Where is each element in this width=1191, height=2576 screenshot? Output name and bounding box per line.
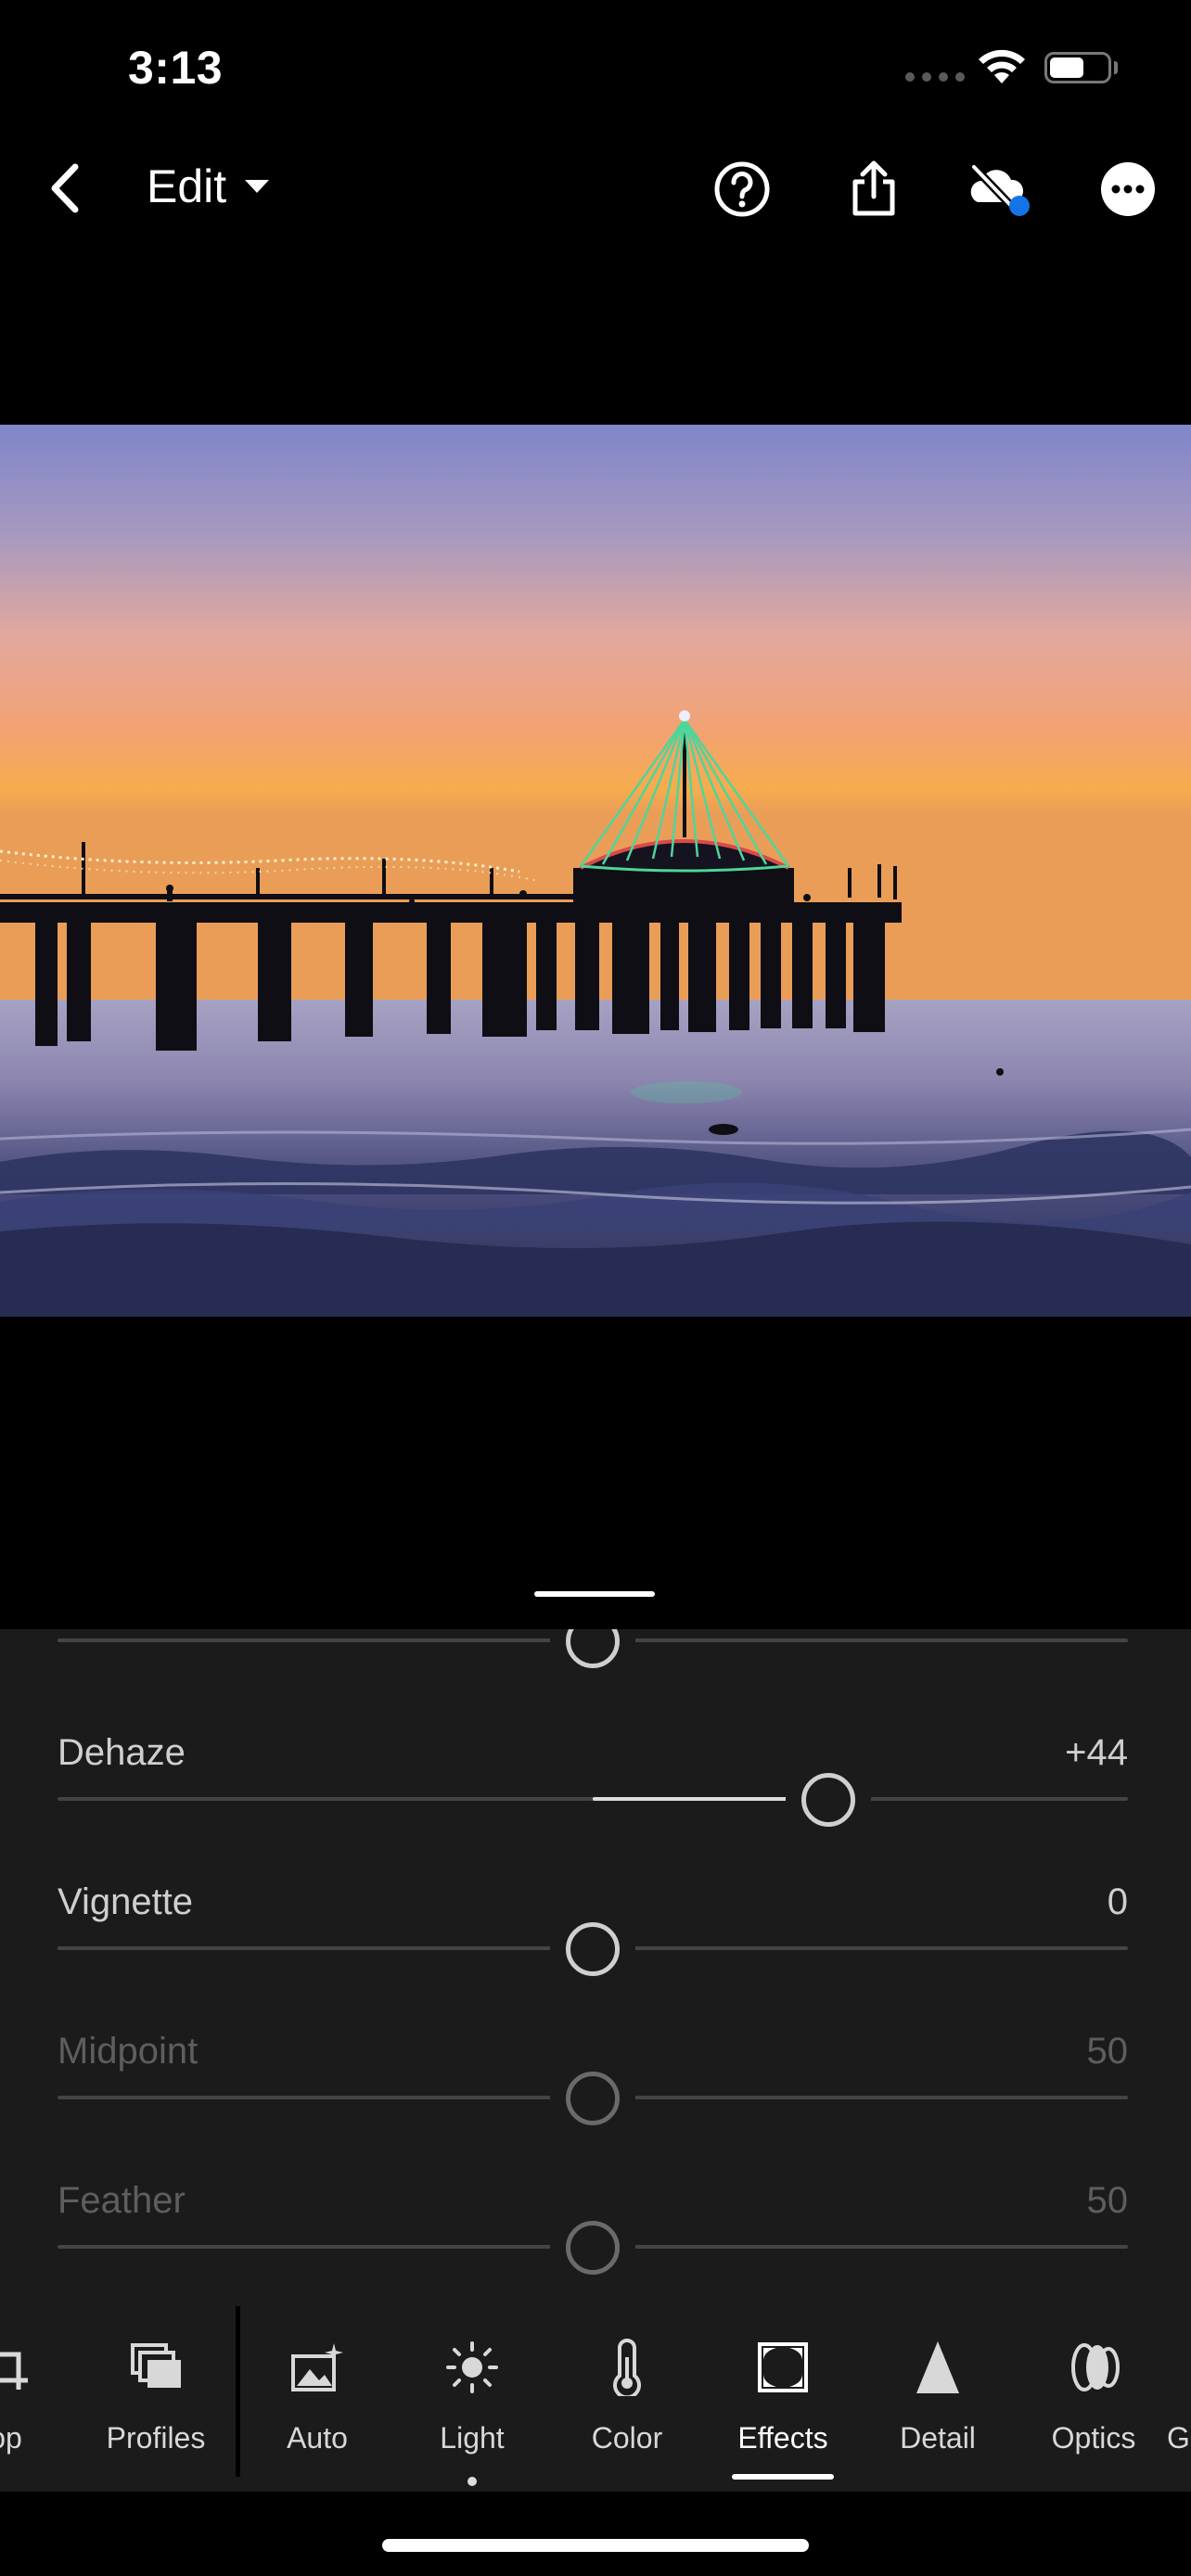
slider-thumb[interactable] (566, 1922, 620, 1976)
edit-mode-dropdown[interactable]: Edit (147, 159, 271, 213)
more-icon (1101, 162, 1155, 216)
detail-icon (908, 2338, 967, 2397)
tab-label: Color (591, 2421, 663, 2455)
slider-thumb[interactable] (566, 2072, 620, 2125)
tab-optics[interactable]: Optics (1024, 2306, 1163, 2492)
home-indicator[interactable] (382, 2539, 809, 2552)
photo-preview[interactable] (0, 425, 1191, 1317)
tab-profiles[interactable]: Profiles (86, 2306, 225, 2492)
tab-label: Auto (287, 2421, 348, 2455)
battery-icon (1044, 52, 1111, 83)
share-icon (852, 160, 895, 216)
slider-track[interactable] (58, 2072, 1128, 2125)
tab-label: op (0, 2421, 22, 2455)
light-icon (442, 2338, 502, 2397)
slider-track[interactable] (58, 2221, 1128, 2275)
slider-track[interactable] (58, 1773, 1128, 1827)
back-button[interactable] (37, 156, 93, 221)
auto-icon (288, 2338, 347, 2397)
slider-value[interactable]: 50 (1087, 2180, 1129, 2222)
tab-label: Light (440, 2421, 505, 2455)
slider-value[interactable]: 50 (1087, 2031, 1129, 2072)
color-icon (597, 2338, 657, 2397)
effects-panel: Dehaze +44 Vignette 0 Midpoint 50 Feathe… (0, 1629, 1191, 2306)
modified-dot (467, 2477, 477, 2486)
slider-track[interactable] (58, 1629, 1128, 1668)
optics-icon (1064, 2338, 1123, 2397)
effects-icon (753, 2338, 813, 2397)
edit-tool-tabs: op Profiles Auto Light Color Effects (0, 2306, 1191, 2492)
cellular-signal-icon (905, 72, 965, 82)
profiles-icon (126, 2338, 186, 2397)
tab-light[interactable]: Light (403, 2306, 542, 2492)
pier-sunset-photo (0, 425, 1191, 1317)
slider-thumb[interactable] (800, 1773, 855, 1827)
slider-thumb[interactable] (566, 1629, 620, 1668)
vignette-slider: Vignette 0 (58, 1881, 1128, 1993)
tab-divider (236, 2306, 240, 2477)
feather-slider: Feather 50 (58, 2180, 1128, 2291)
tab-label: Profiles (106, 2421, 206, 2455)
more-button[interactable] (1095, 156, 1161, 223)
sheet-drag-handle[interactable] (534, 1591, 655, 1597)
slider-track[interactable] (58, 1922, 1128, 1976)
dehaze-slider: Dehaze +44 (58, 1732, 1128, 1843)
slider-label: Vignette (58, 1881, 194, 1922)
edit-mode-label: Edit (147, 160, 227, 212)
tab-label: Effects (737, 2421, 828, 2455)
active-tab-indicator (732, 2474, 834, 2480)
share-button[interactable] (840, 156, 907, 223)
battery-nub (1114, 61, 1118, 74)
tab-color[interactable]: Color (557, 2306, 697, 2492)
cloud-sync-off-icon (969, 162, 1030, 216)
slider-value[interactable]: 0 (1108, 1881, 1128, 1923)
slider-thumb[interactable] (566, 2221, 620, 2275)
tab-effects[interactable]: Effects (713, 2306, 852, 2492)
chevron-left-icon (51, 163, 79, 213)
caret-down-icon (245, 180, 270, 193)
help-button[interactable] (709, 156, 775, 223)
help-icon (714, 161, 770, 217)
slider-value[interactable]: +44 (1065, 1732, 1128, 1774)
tab-label: Optics (1051, 2421, 1136, 2455)
adjustment-row-partial (58, 1629, 1128, 1685)
slider-label: Feather (58, 2180, 186, 2221)
tab-geometry[interactable]: G (1155, 2306, 1191, 2492)
tab-crop[interactable]: op (0, 2306, 75, 2492)
crop-icon (0, 2338, 35, 2397)
slider-label: Dehaze (58, 1732, 186, 1773)
tab-auto[interactable]: Auto (248, 2306, 387, 2492)
wifi-icon (976, 46, 1028, 90)
status-time: 3:13 (128, 42, 224, 94)
slider-label: Midpoint (58, 2031, 198, 2072)
midpoint-slider: Midpoint 50 (58, 2031, 1128, 2142)
tab-label: Detail (900, 2421, 976, 2455)
tab-detail[interactable]: Detail (868, 2306, 1007, 2492)
sync-status-badge (1009, 196, 1030, 216)
cloud-sync-button[interactable] (965, 156, 1031, 223)
